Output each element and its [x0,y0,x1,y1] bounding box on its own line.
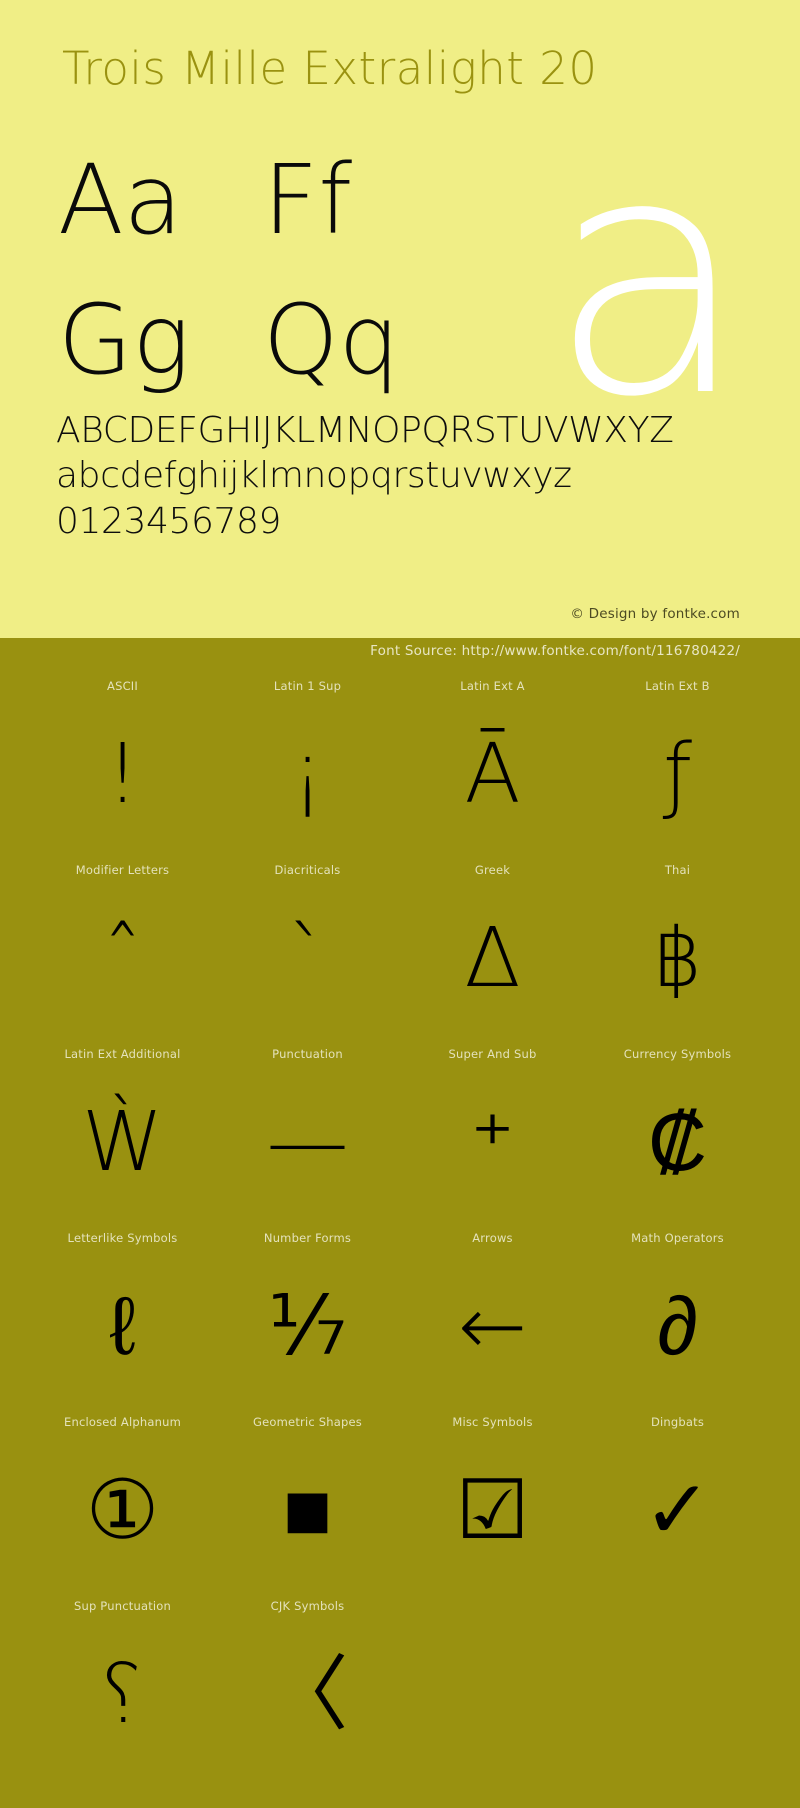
unicode-block-glyph: ☑ [455,1463,530,1558]
unicode-block-latin-ext-a[interactable]: Latin Ext A Ā [400,676,585,860]
unicode-block-row: Enclosed Alphanum ① Geometric Shapes ■ Misc … [0,1412,800,1596]
unicode-block-label [400,1596,585,1616]
unicode-block-glyph: Ẁ [81,1095,164,1190]
unicode-block-label: Modifier Letters [75,863,170,877]
unicode-block-glyph: 〈 [266,1647,349,1742]
letter-pair-gg: Gg [58,284,190,396]
unicode-block-glyph: ! [106,727,139,822]
unicode-block-arrows[interactable]: Arrows ← [400,1228,585,1412]
unicode-block-glyph: ฿ [651,911,704,1006]
unicode-block-label: Number Forms [263,1231,352,1245]
unicode-block-misc-symbols[interactable]: Misc Symbols ☑ [400,1412,585,1596]
unicode-block-label: Enclosed Alphanum [63,1415,181,1429]
unicode-block-punctuation[interactable]: Punctuation — [215,1044,400,1228]
showcase-glyph: a [547,85,750,469]
unicode-block-label: Misc Symbols [452,1415,533,1429]
letter-pair-qq: Qq [263,284,400,396]
unicode-block-glyph: ℓ [109,1279,136,1374]
unicode-block-glyph: ⸮ [100,1647,145,1742]
unicode-block-label: Latin Ext Additional [64,1047,181,1061]
unicode-block-label: ASCII [107,679,138,693]
unicode-block-glyph: ■ [282,1463,333,1558]
unicode-block-glyph [585,1630,770,1760]
source-bar: Font Source: http://www.fontke.com/font/… [0,638,800,668]
unicode-block-latin-ext-additional[interactable]: Latin Ext Additional Ẁ [30,1044,215,1228]
unicode-block-letterlike-symbols[interactable]: Letterlike Symbols ℓ [30,1228,215,1412]
unicode-block-empty [400,1596,585,1780]
unicode-block-geometric-shapes[interactable]: Geometric Shapes ■ [215,1412,400,1596]
unicode-block-glyph: ← [458,1279,527,1374]
unicode-block-row: Latin Ext Additional Ẁ Punctuation — Super A… [0,1044,800,1228]
unicode-block-label: Latin 1 Sup [273,679,342,693]
unicode-block-cjk-symbols[interactable]: CJK Symbols 〈 [215,1596,400,1780]
unicode-block-sup-punctuation[interactable]: Sup Punctuation ⸮ [30,1596,215,1780]
unicode-block-latin-ext-b[interactable]: Latin Ext B ƒ [585,676,770,860]
unicode-block-modifier-letters[interactable]: Modifier Letters ˆ [30,860,215,1044]
unicode-block-glyph: ˆ [102,911,143,1006]
unicode-block-enclosed-alphanum[interactable]: Enclosed Alphanum ① [30,1412,215,1596]
unicode-block-glyph: ∂ [657,1279,698,1374]
unicode-block-math-operators[interactable]: Math Operators ∂ [585,1228,770,1412]
unicode-block-row: ASCII! Latin 1 Sup ¡ Latin Ext A Ā Latin Ext … [0,676,800,860]
unicode-block-label: Dingbats [650,1415,705,1429]
unicode-block-label: Letterlike Symbols [67,1231,178,1245]
unicode-block-number-forms[interactable]: Number Forms ⅐ [215,1228,400,1412]
unicode-block-label: Super And Sub [448,1047,537,1061]
unicode-block-glyph: ¡ [291,727,324,822]
uppercase-alphabet: ABCDEFGHIJKLMNOPQRSTUVWXYZ [56,410,674,451]
unicode-block-dingbats[interactable]: Dingbats ✓ [585,1412,770,1596]
alphabet-specimen: ABCDEFGHIJKLMNOPQRSTUVWXYZ abcdefghijklm… [56,408,756,544]
unicode-block-label: Latin Ext A [460,679,525,693]
unicode-block-label: Arrows [472,1231,513,1245]
unicode-block-label: Geometric Shapes [253,1415,362,1429]
unicode-block-row: Letterlike Symbols ℓ Number Forms ⅐ Arrows ← M… [0,1228,800,1412]
unicode-block-label: CJK Symbols [270,1599,345,1613]
unicode-block-glyph [400,1630,585,1760]
unicode-block-glyph: ƒ [663,727,692,822]
unicode-block-glyph: Ā [464,727,521,822]
unicode-block-glyph: ⁺ [470,1095,515,1190]
unicode-block-empty [585,1596,770,1780]
unicode-block-label: Currency Symbols [623,1047,732,1061]
unicode-block-thai[interactable]: Thai ฿ [585,860,770,1044]
unicode-block-latin-1-sup[interactable]: Latin 1 Sup ¡ [215,676,400,860]
digit-row: 0123456789 [56,500,282,542]
font-source-link[interactable]: Font Source: http://www.fontke.com/font/… [370,643,740,659]
unicode-block-glyph: ˋ [287,911,328,1006]
unicode-block-diacriticals[interactable]: Diacriticals ˋ [215,860,400,1044]
unicode-block-label: Thai [664,863,691,877]
unicode-block-currency-symbols[interactable]: Currency Symbols ₡ [585,1044,770,1228]
unicode-block-label [585,1596,770,1616]
unicode-block-label: Diacriticals [274,863,341,877]
page-title: Trois Mille Extralight 20 [62,42,598,95]
unicode-block-glyph: ① [85,1463,160,1558]
unicode-block-label: Greek [474,863,511,877]
unicode-block-label: Math Operators [631,1231,724,1245]
letter-pair-aa: Aa [58,144,183,256]
letter-pair-row: Aa Ff [58,150,478,290]
lowercase-alphabet: abcdefghijklmnopqrstuvwxyz [56,455,572,497]
hero-section: Trois Mille Extralight 20 a Aa Ff Gg Qq … [0,0,800,638]
unicode-block-label: Punctuation [272,1047,343,1061]
unicode-block-glyph: ₡ [647,1095,708,1190]
unicode-block-greek[interactable]: Greek Δ [400,860,585,1044]
unicode-block-glyph: Δ [464,911,521,1006]
letter-pair-grid: Aa Ff Gg Qq [58,150,478,430]
unicode-block-row: Sup Punctuation ⸮ CJK Symbols 〈 [0,1596,800,1780]
letter-pair-ff: Ff [263,144,353,256]
unicode-block-grid: ASCII! Latin 1 Sup ¡ Latin Ext A Ā Latin Ext … [0,668,800,1780]
unicode-block-super-and-sub[interactable]: Super And Sub ⁺ [400,1044,585,1228]
unicode-block-glyph: ⅐ [267,1279,348,1374]
copyright-notice: © Design by fontke.com [570,606,740,622]
font-specimen-page: Trois Mille Extralight 20 a Aa Ff Gg Qq … [0,0,800,1808]
unicode-block-glyph: ✓ [643,1463,712,1558]
unicode-block-ascii[interactable]: ASCII! [30,676,215,860]
unicode-block-label: Latin Ext B [645,679,710,693]
unicode-block-row: Modifier Letters ˆ Diacriticals ˋ Greek Δ Thai… [0,860,800,1044]
unicode-block-label: Sup Punctuation [73,1599,172,1613]
unicode-block-glyph: — [266,1095,349,1190]
